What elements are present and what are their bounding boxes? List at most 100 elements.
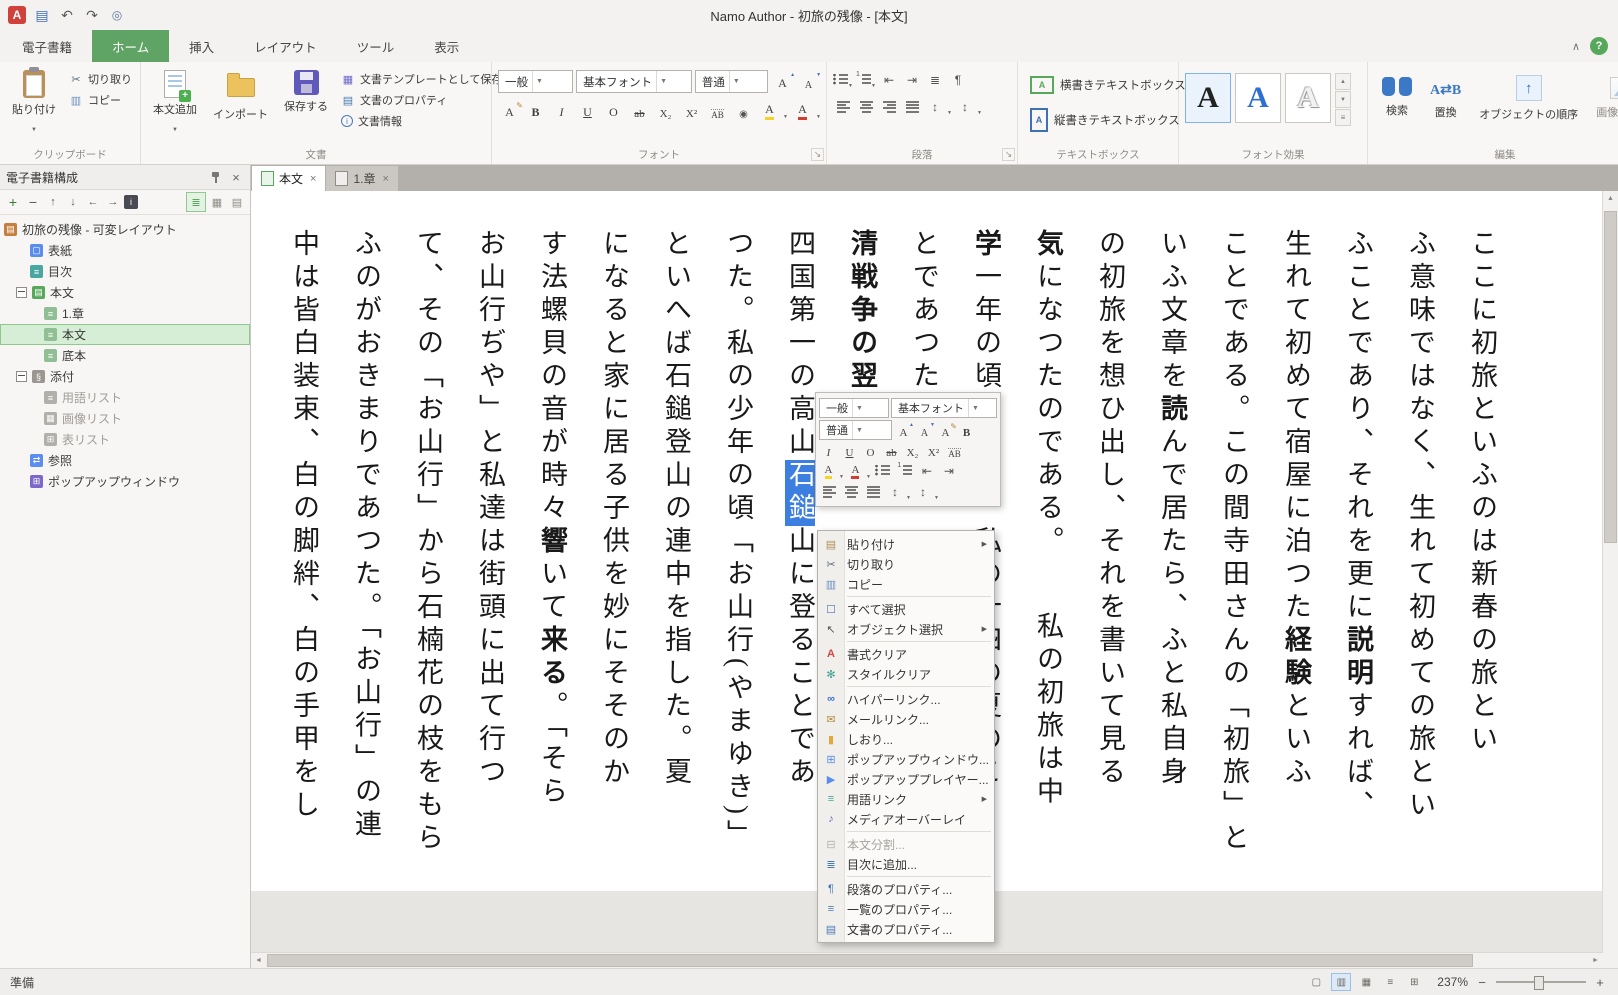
mini-character-style-button[interactable] [936, 422, 955, 439]
text-column-17[interactable]: お山行ぢや」と私達は街頭に出て行つ [459, 229, 521, 869]
context-menu-item-term-link[interactable]: 用語リンク [818, 789, 994, 809]
text-column-19[interactable]: ふのがおきまりであつた。「お山行」の連 [335, 229, 397, 869]
mini-strikethrough-button[interactable] [882, 442, 901, 459]
italic-button[interactable] [550, 101, 573, 120]
mini-bullet-list-button[interactable] [873, 461, 893, 480]
pin-icon[interactable] [208, 169, 224, 185]
ribbon-tab-insert[interactable]: 挿入 [169, 30, 234, 62]
font-weight-select[interactable]: 普通 [695, 70, 768, 93]
view-mode-two-page-button[interactable] [1331, 973, 1351, 991]
font-color-button[interactable] [791, 101, 814, 120]
increase-indent-button[interactable] [902, 70, 922, 89]
tree-item-teihon[interactable]: 底本 [0, 345, 250, 366]
thumbnail-view-button[interactable] [208, 193, 226, 211]
mini-increase-indent-button[interactable] [939, 461, 959, 480]
character-style-button[interactable] [498, 101, 521, 120]
mini-bold-button[interactable] [957, 422, 976, 439]
numbered-list-button[interactable] [856, 70, 876, 89]
text-column-1[interactable]: ここに初旅といふのは新春の旅とい [1451, 229, 1513, 869]
vertical-scroll-thumb[interactable] [1604, 211, 1617, 543]
context-menu-item-popup-window[interactable]: ポップアップウィンドウ... [818, 749, 994, 769]
text-column-4[interactable]: 生れて初めて宿屋に泊つた経験といふ [1265, 229, 1327, 869]
text-column-16[interactable]: す法螺貝の音が時々響いて来る。「そら [521, 229, 583, 869]
tree-item-cover[interactable]: 表紙 [0, 240, 250, 261]
view-mode-thumbnail-button[interactable] [1357, 974, 1375, 990]
close-panel-icon[interactable] [228, 169, 244, 185]
mini-grow-font-button[interactable] [894, 422, 913, 439]
tree-item-table-list[interactable]: 表リスト [0, 429, 250, 450]
remove-item-button[interactable] [24, 193, 42, 211]
font-name-select[interactable]: 基本フォント [576, 70, 692, 93]
help-button[interactable] [1590, 37, 1608, 55]
mini-underline-button[interactable] [840, 442, 859, 459]
zoom-slider-thumb[interactable] [1534, 976, 1544, 990]
add-item-button[interactable] [4, 193, 22, 211]
context-menu-item-mail-link[interactable]: メールリンク... [818, 709, 994, 729]
context-menu-item-add-toc[interactable]: 目次に追加... [818, 854, 994, 874]
mini-style-select[interactable]: 一般 [819, 398, 889, 418]
tree-item-toc[interactable]: 目次 [0, 261, 250, 282]
save-as-template-button[interactable]: 文書テンプレートとして保存 [338, 70, 505, 88]
text-column-14[interactable]: といへば石鎚登山の連中を指した。夏 [645, 229, 707, 869]
document-info-button[interactable]: 文書情報 [338, 112, 505, 130]
font-effect-plain[interactable]: A [1185, 73, 1231, 123]
tree-view-button[interactable] [186, 192, 206, 212]
context-menu-item-clear-style[interactable]: スタイルクリア [818, 664, 994, 684]
mini-align-center-button[interactable] [841, 482, 861, 501]
tree-item-root[interactable]: 初旅の残像 - 可変レイアウト [0, 219, 250, 240]
mini-decrease-indent-button[interactable] [917, 461, 937, 480]
mini-character-spacing-button[interactable] [913, 482, 933, 501]
expander-icon[interactable] [16, 371, 27, 382]
close-tab-icon[interactable] [382, 173, 388, 185]
preview-icon[interactable] [108, 6, 126, 24]
superscript-button[interactable] [680, 101, 703, 120]
mini-superscript-button[interactable] [924, 442, 943, 459]
paste-button[interactable]: 貼り付け [6, 65, 62, 145]
tree-item-chapter-1[interactable]: 1.章 [0, 303, 250, 324]
text-column-8[interactable]: 気になつたのである。 私の初旅は中 [1017, 229, 1079, 869]
vertical-scrollbar[interactable] [1602, 191, 1618, 968]
move-left-button[interactable] [84, 193, 102, 211]
context-menu-item-media-overlay[interactable]: メディアオーバーレイ [818, 809, 994, 829]
redo-icon[interactable] [83, 6, 101, 24]
tree-item-body[interactable]: 本文 [0, 324, 250, 345]
text-column-2[interactable]: ふ意味ではなく、生れて初めての旅とい [1389, 229, 1451, 869]
grow-font-button[interactable] [771, 72, 794, 91]
list-style-button[interactable] [925, 70, 945, 89]
shrink-font-button[interactable] [797, 72, 820, 91]
font-effect-outline[interactable]: A [1285, 73, 1331, 123]
horizontal-textbox-button[interactable]: 横書きテキストボックス [1024, 71, 1172, 99]
document-tab-body[interactable]: 本文 [252, 166, 325, 191]
vertical-textbox-button[interactable]: 縦書きテキストボックス [1024, 103, 1172, 137]
tree-item-body-folder[interactable]: 本文 [0, 282, 250, 303]
context-menu-item-cut[interactable]: 切り取り [818, 554, 994, 574]
justify-button[interactable] [902, 97, 922, 116]
underline-button[interactable] [576, 101, 599, 120]
scroll-up-icon[interactable] [1603, 191, 1618, 206]
subscript-button[interactable] [654, 101, 677, 120]
mini-justify-button[interactable] [863, 482, 883, 501]
move-down-button[interactable] [64, 193, 82, 211]
align-right-button[interactable] [879, 97, 899, 116]
chevron-down-icon[interactable] [783, 114, 788, 120]
move-right-button[interactable] [104, 193, 122, 211]
view-mode-text-button[interactable] [1381, 974, 1399, 990]
decrease-indent-button[interactable] [879, 70, 899, 89]
context-menu-item-para-props[interactable]: 段落のプロパティ... [818, 879, 994, 899]
cut-button[interactable]: 切り取り [66, 70, 135, 88]
outline-button[interactable] [602, 101, 625, 120]
mini-outline-button[interactable] [861, 442, 880, 459]
zoom-out-button[interactable] [1474, 974, 1490, 990]
mini-italic-button[interactable] [819, 442, 838, 459]
text-column-18[interactable]: て、その「お山行」から石楠花の枝をもら [397, 229, 459, 869]
chevron-down-icon[interactable] [816, 114, 821, 120]
mini-line-spacing-button[interactable] [885, 482, 905, 501]
context-menu-item-clear-format[interactable]: 書式クリア [818, 644, 994, 664]
ruby-button[interactable] [706, 101, 729, 120]
save-button[interactable]: 保存する [278, 65, 334, 145]
ribbon-tab-ebook[interactable]: 電子書籍 [2, 30, 92, 62]
ribbon-tab-view[interactable]: 表示 [414, 30, 479, 62]
zoom-in-button[interactable] [1592, 974, 1608, 990]
text-column-6[interactable]: いふ文章を読んで居たら、ふと私自身 [1141, 229, 1203, 869]
view-mode-grid-button[interactable] [1405, 974, 1423, 990]
